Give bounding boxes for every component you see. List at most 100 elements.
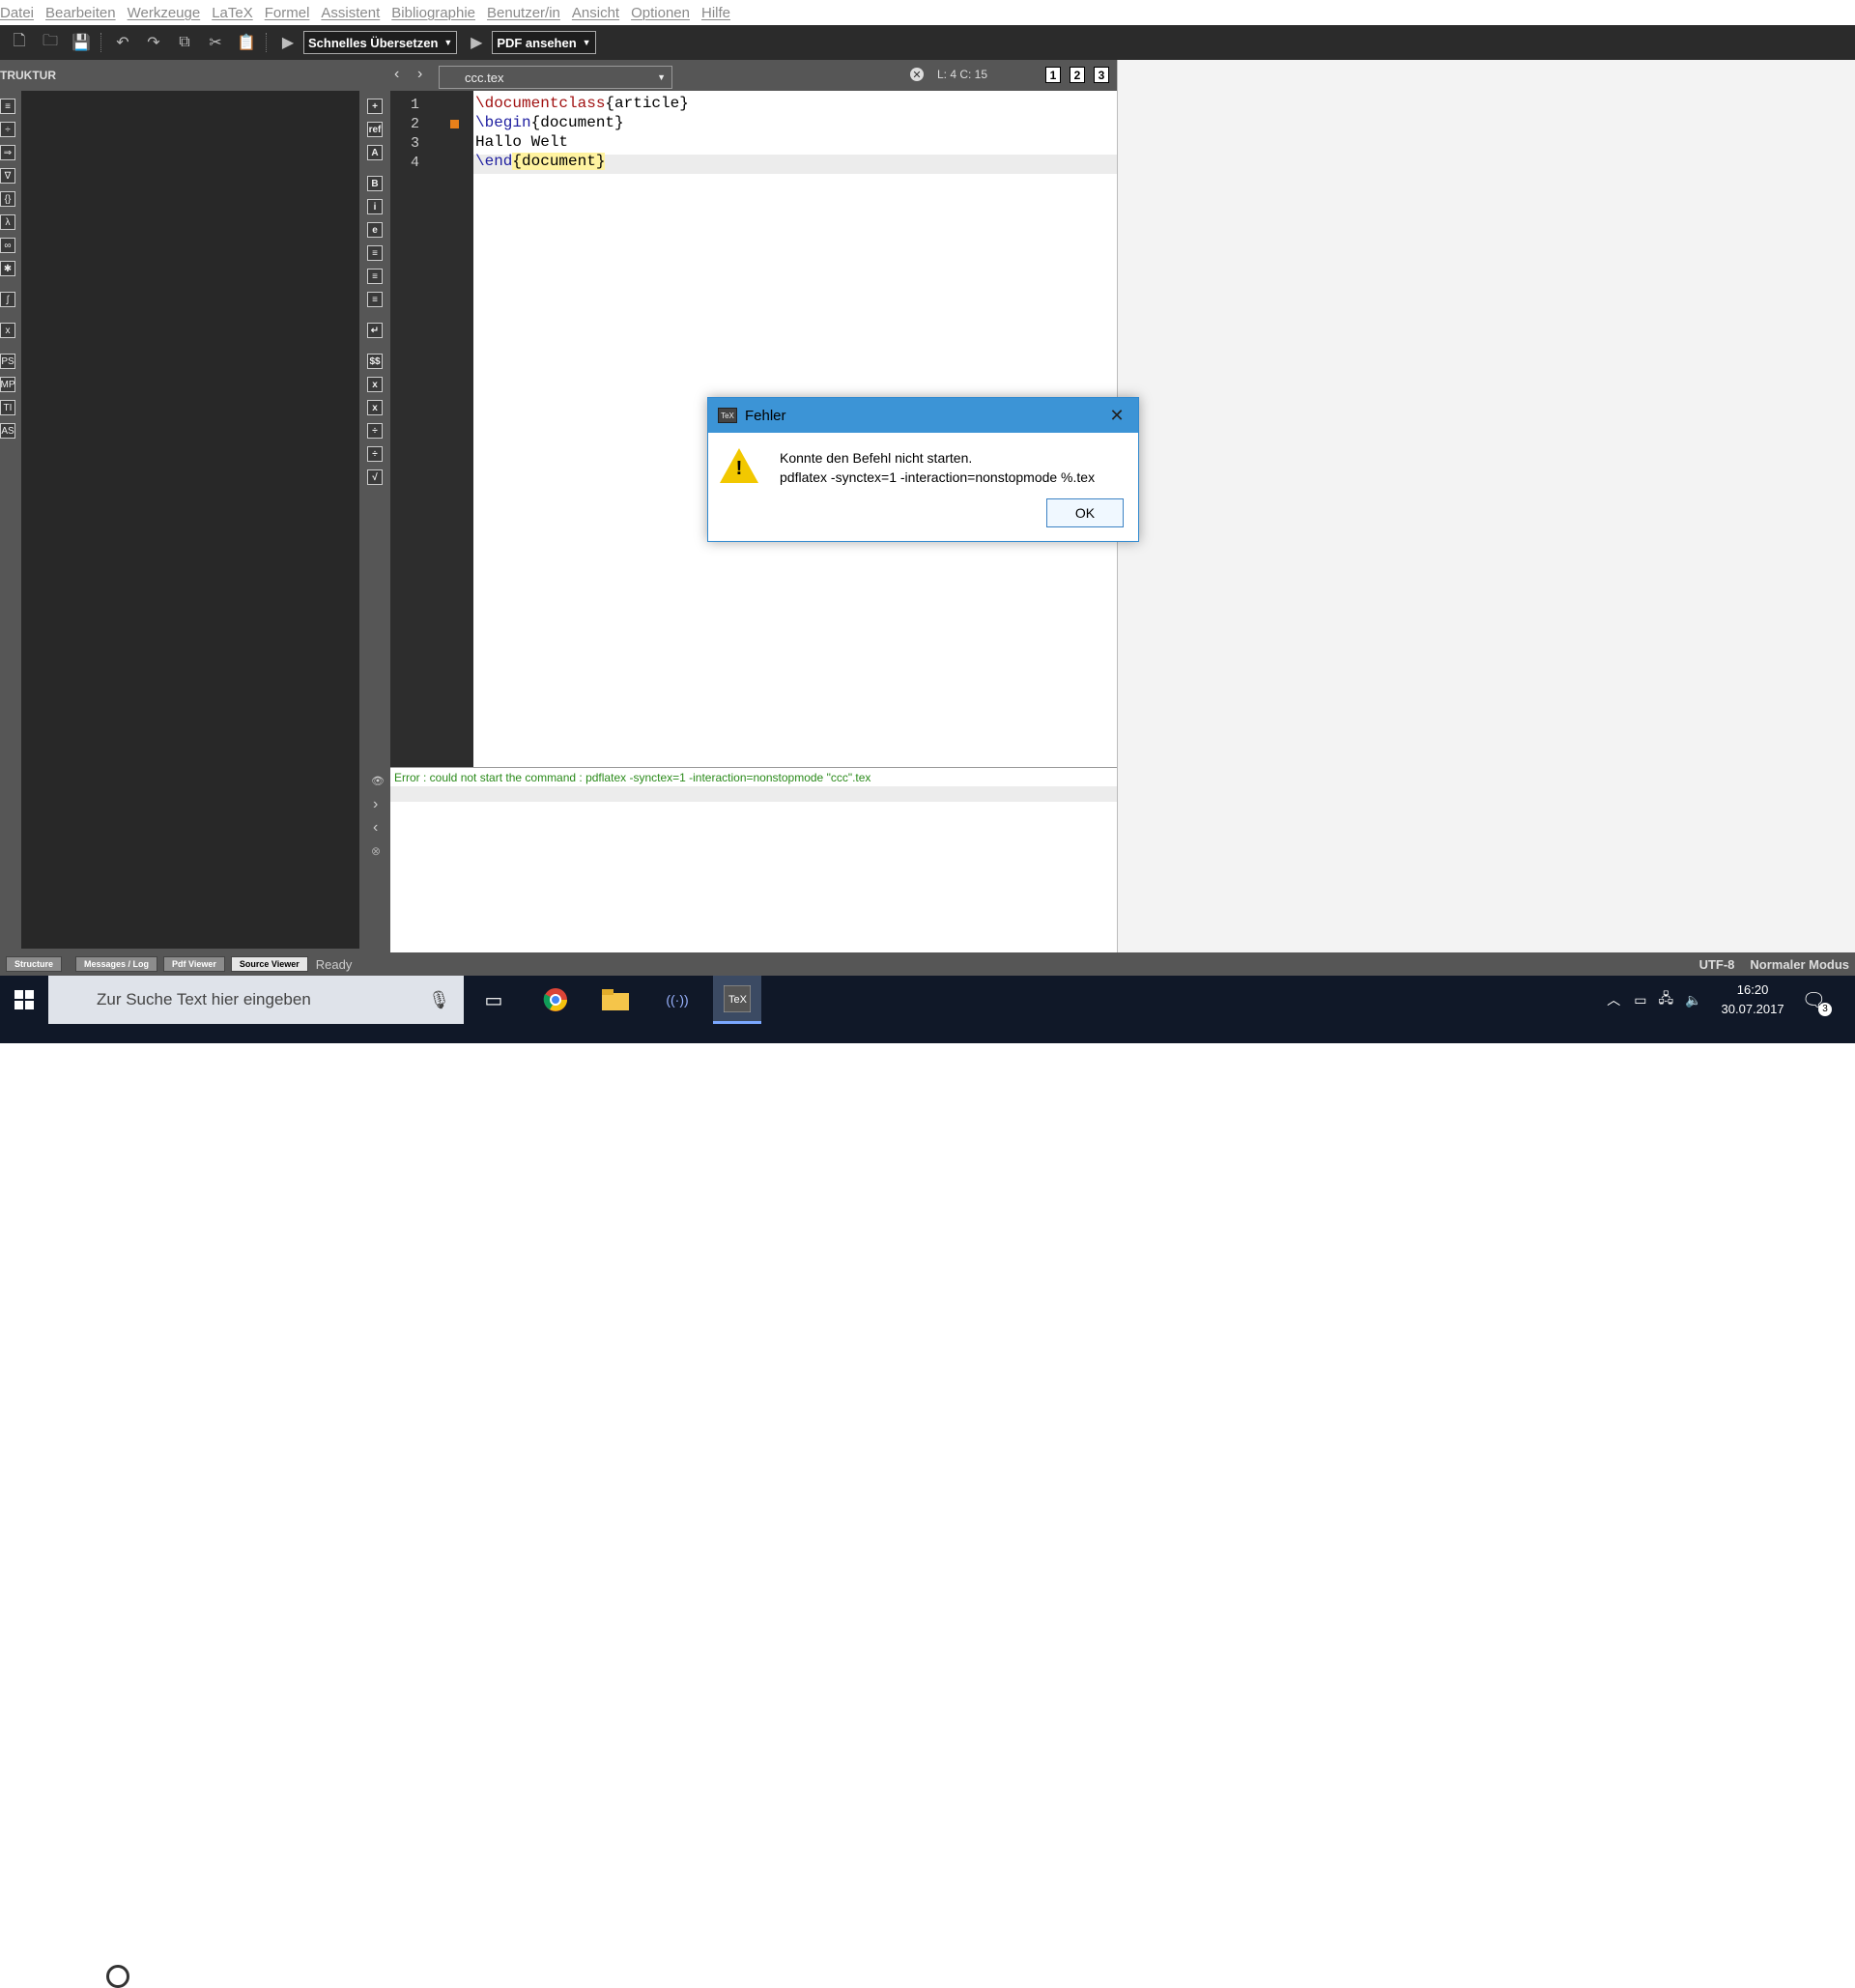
cut-icon[interactable]: ✂ [204, 31, 227, 54]
redo-icon[interactable]: ↷ [142, 31, 165, 54]
svg-text:TeX: TeX [728, 994, 748, 1006]
newline-icon[interactable]: ↵ [367, 323, 383, 338]
menu-latex[interactable]: LaTeX [212, 5, 253, 21]
status-right: UTF-8 Normaler Modus [1699, 952, 1849, 976]
document-tab-selector[interactable]: ccc.tex ▼ [439, 66, 672, 89]
chevron-up-icon[interactable]: ︿ [1607, 990, 1620, 1009]
ref-icon[interactable]: ref [367, 122, 383, 137]
structure-icon[interactable]: PS [0, 354, 15, 369]
sqrt-icon[interactable]: √ [367, 469, 383, 485]
bookmark-marker-icon[interactable] [450, 120, 459, 128]
menu-bibliographie[interactable]: Bibliographie [391, 5, 475, 21]
expand-icon[interactable]: + [367, 99, 383, 114]
close-tab-icon[interactable]: ✕ [910, 68, 924, 81]
font-icon[interactable]: A [367, 145, 383, 160]
structure-icon[interactable]: MP [0, 377, 15, 392]
structure-icon[interactable]: ⇒ [0, 145, 15, 160]
network-icon[interactable]: 🖧 [1658, 988, 1673, 1011]
network-radar-icon[interactable]: ((·)) [653, 976, 701, 1024]
structure-icon[interactable]: ∇ [0, 168, 15, 184]
chevron-right-icon[interactable]: › [373, 796, 378, 813]
menu-assistent[interactable]: Assistent [321, 5, 380, 21]
view-1-button[interactable]: 1 [1045, 67, 1061, 83]
structure-icon[interactable]: x [0, 323, 15, 338]
texstudio-taskbar-icon[interactable]: TeX [713, 976, 761, 1024]
menu-bearbeiten[interactable]: Bearbeiten [45, 5, 116, 21]
chevron-right-icon[interactable]: › [417, 66, 422, 83]
paste-icon[interactable]: 📋 [235, 31, 258, 54]
structure-icon[interactable]: TI [0, 400, 15, 415]
chrome-icon[interactable] [531, 976, 580, 1024]
ok-button[interactable]: OK [1046, 498, 1124, 527]
error-message[interactable]: Error : could not start the command : pd… [390, 771, 1121, 786]
chevron-left-icon[interactable]: ‹ [373, 819, 378, 837]
code-line[interactable]: \begin{document} [475, 114, 624, 131]
tab-pdf-viewer[interactable]: Pdf Viewer [163, 956, 225, 972]
structure-icon[interactable]: ∞ [0, 238, 15, 253]
structure-icon[interactable]: AS [0, 423, 15, 439]
italic-icon[interactable]: i [367, 199, 383, 214]
clear-icon[interactable]: ⊗ [371, 844, 381, 858]
menu-hilfe[interactable]: Hilfe [701, 5, 730, 21]
chevron-left-icon[interactable]: ‹ [394, 66, 399, 83]
structure-icon[interactable]: ÷ [0, 122, 15, 137]
menu-benutzer[interactable]: Benutzer/in [487, 5, 560, 21]
align-center-icon[interactable]: ≡ [367, 269, 383, 284]
action-center-icon[interactable]: 🗨 3 [1802, 988, 1832, 1016]
align-left-icon[interactable]: ≡ [367, 245, 383, 261]
code-line[interactable]: \end{document} [475, 153, 606, 170]
line-number: 2 [410, 116, 419, 132]
structure-icon[interactable]: ∫ [0, 292, 15, 307]
code-line[interactable]: Hallo Welt [475, 133, 568, 151]
dialog-titlebar[interactable]: TeX Fehler ✕ [708, 398, 1138, 433]
microphone-icon[interactable]: 🎙 [428, 990, 450, 1010]
math-icon[interactable]: $$ [367, 354, 383, 369]
structure-tree[interactable] [21, 91, 359, 949]
tab-source-viewer[interactable]: Source Viewer [230, 956, 308, 972]
menu-datei[interactable]: Datei [0, 5, 34, 21]
view-2-button[interactable]: 2 [1070, 67, 1085, 83]
menu-optionen[interactable]: Optionen [631, 5, 690, 21]
save-icon[interactable]: 💾 [70, 31, 93, 54]
undo-icon[interactable]: ↶ [111, 31, 134, 54]
tab-structure[interactable]: Structure [6, 956, 63, 972]
copy-icon[interactable]: ⧉ [173, 31, 196, 54]
battery-icon[interactable]: ▭ [1634, 992, 1646, 1008]
code-line[interactable]: \documentclass{article} [475, 95, 689, 112]
open-folder-icon[interactable]: 🗀 [39, 31, 62, 54]
subscript-icon[interactable]: x [367, 377, 383, 392]
view-run-icon[interactable]: ▶ [465, 31, 488, 54]
tab-messages-log[interactable]: Messages / Log [75, 956, 158, 972]
bold-icon[interactable]: B [367, 176, 383, 191]
view-pdf-combo[interactable]: PDF ansehen ▼ [492, 31, 596, 54]
windows-logo-icon [14, 990, 34, 1009]
menu-formel[interactable]: Formel [265, 5, 310, 21]
taskbar-clock[interactable]: 16:20 30.07.2017 [1722, 980, 1784, 1019]
task-view-icon[interactable]: ▭ [470, 976, 518, 1024]
run-icon[interactable]: ▶ [276, 31, 300, 54]
quick-build-combo[interactable]: Schnelles Übersetzen ▼ [303, 31, 458, 54]
menu-werkzeuge[interactable]: Werkzeuge [128, 5, 201, 21]
structure-icon[interactable]: ≡ [0, 99, 15, 114]
taskbar-search[interactable]: Zur Suche Text hier eingeben 🎙 [48, 976, 464, 1988]
structure-icon[interactable]: λ [0, 214, 15, 230]
line-number: 1 [410, 97, 419, 113]
emph-icon[interactable]: e [367, 222, 383, 238]
latex-argument: {article} [605, 95, 689, 112]
volume-icon[interactable]: 🔈 [1685, 992, 1701, 1008]
status-encoding[interactable]: UTF-8 [1699, 957, 1735, 972]
eye-icon[interactable]: 👁 [371, 775, 385, 787]
superscript-icon[interactable]: x [367, 400, 383, 415]
windows-start-button[interactable] [0, 976, 48, 1024]
fraction-icon[interactable]: ÷ [367, 423, 383, 439]
close-icon[interactable]: ✕ [1105, 404, 1128, 427]
align-right-icon[interactable]: ≡ [367, 292, 383, 307]
structure-icon[interactable]: ✱ [0, 261, 15, 276]
view-3-button[interactable]: 3 [1094, 67, 1109, 83]
file-explorer-icon[interactable] [591, 976, 640, 1024]
menu-ansicht[interactable]: Ansicht [572, 5, 619, 21]
dfrac-icon[interactable]: ÷ [367, 446, 383, 462]
status-mode[interactable]: Normaler Modus [1750, 957, 1849, 972]
structure-icon[interactable]: {} [0, 191, 15, 207]
new-file-icon[interactable]: 🗋 [8, 31, 31, 54]
